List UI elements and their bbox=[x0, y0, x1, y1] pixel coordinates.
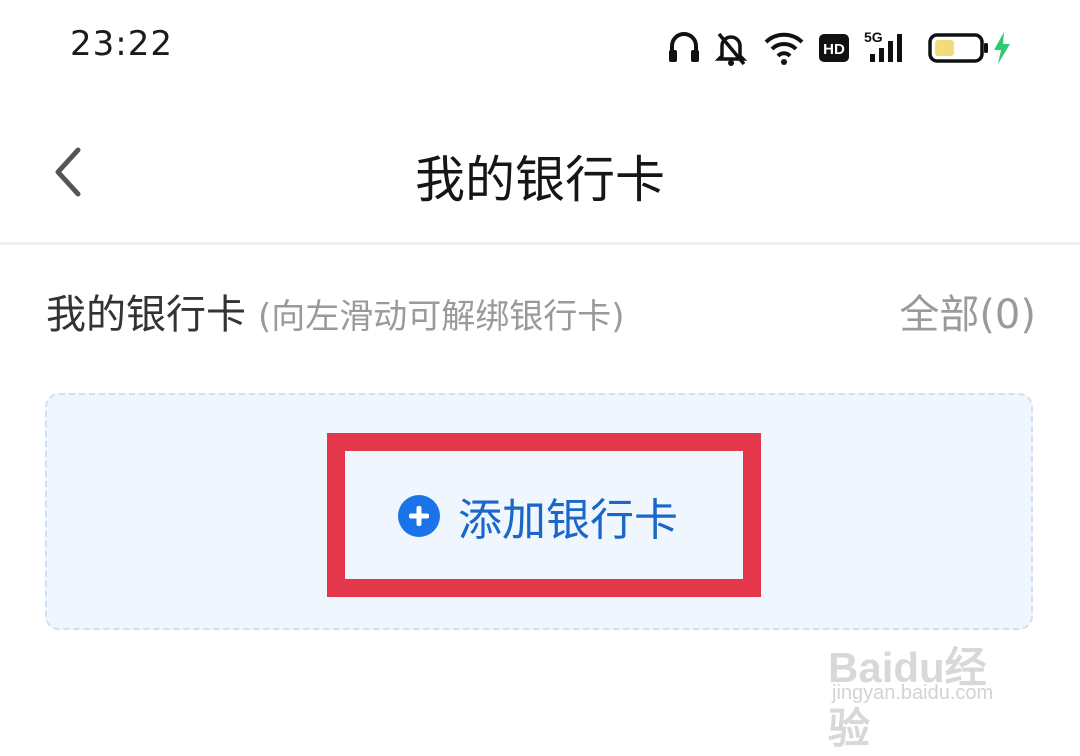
section-title: 我的银行卡 (向左滑动可解绑银行卡) bbox=[46, 282, 625, 340]
svg-text:HD: HD bbox=[823, 41, 845, 58]
hd-icon: HD bbox=[819, 34, 849, 62]
add-card-label: 添加银行卡 bbox=[458, 495, 678, 546]
status-time: 23:22 bbox=[70, 24, 173, 64]
card-count-link[interactable]: 全部(0) bbox=[899, 282, 1036, 340]
section-header: 我的银行卡 (向左滑动可解绑银行卡) 全部(0) bbox=[46, 282, 1036, 338]
svg-text:5G: 5G bbox=[864, 29, 883, 45]
divider bbox=[0, 242, 1080, 245]
watermark: Baidu经验 jingyan.baidu.com bbox=[828, 614, 1028, 752]
page-title: 我的银行卡 bbox=[415, 151, 665, 209]
signal-5g-icon: 5G bbox=[864, 29, 902, 62]
headset-icon bbox=[669, 32, 699, 62]
nav-bar: 我的银行卡 bbox=[0, 100, 1080, 242]
status-icons: HD 5G bbox=[666, 26, 1026, 70]
section-title-text: 我的银行卡 bbox=[46, 292, 246, 338]
plus-circle-icon bbox=[398, 495, 440, 537]
wifi-icon bbox=[764, 32, 804, 65]
status-bar: 23:22 HD 5G bbox=[0, 0, 1080, 100]
bell-muted-icon bbox=[714, 32, 748, 66]
charging-icon bbox=[994, 32, 1010, 64]
battery-icon bbox=[928, 33, 988, 63]
add-card-button[interactable]: 添加银行卡 bbox=[398, 486, 678, 546]
section-hint: (向左滑动可解绑银行卡) bbox=[258, 297, 625, 337]
watermark-url: jingyan.baidu.com bbox=[832, 682, 994, 704]
